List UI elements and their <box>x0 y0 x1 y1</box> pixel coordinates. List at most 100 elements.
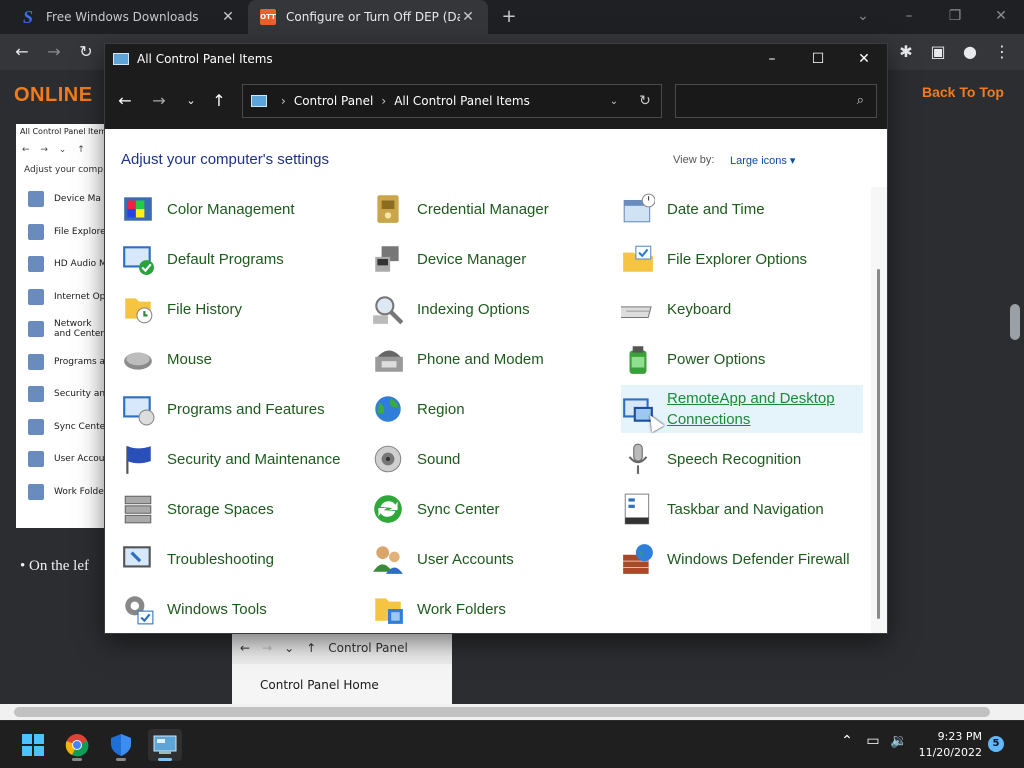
back-arrow-icon[interactable]: ← <box>113 89 137 113</box>
cp-item-speech-recognition[interactable]: Speech Recognition <box>621 435 863 483</box>
view-by-dropdown[interactable]: Large icons ▾ <box>730 154 795 167</box>
tab-free-windows-downloads[interactable]: S Free Windows Downloads ✕ <box>8 0 248 34</box>
refresh-icon[interactable]: ↻ <box>629 93 661 109</box>
tab-search-icon[interactable]: ⌄ <box>840 0 886 34</box>
forward-arrow-icon[interactable]: → <box>42 40 66 64</box>
address-bar[interactable]: › Control Panel › All Control Panel Item… <box>242 84 662 118</box>
view-by-label: View by: <box>673 154 715 166</box>
system-clock[interactable]: 9:23 PM 11/20/2022 <box>918 729 982 761</box>
keyboard-icon <box>615 292 655 326</box>
cp-item-phone-modem[interactable]: Phone and Modem <box>371 335 613 383</box>
page-heading: Adjust your computer's settings <box>121 151 329 168</box>
cp-item-date-time[interactable]: Date and Time <box>621 185 863 233</box>
cp-item-firewall[interactable]: Windows Defender Firewall <box>621 535 863 583</box>
window-title-bar[interactable]: All Control Panel Items – ☐ ✕ <box>105 44 887 73</box>
up-arrow-icon[interactable]: ↑ <box>207 89 231 113</box>
show-hidden-icons-icon[interactable]: ⌃ <box>836 733 858 749</box>
cp-item-security-maintenance[interactable]: Security and Maintenance <box>121 435 363 483</box>
cp-item-indexing-options[interactable]: Indexing Options <box>371 285 613 333</box>
cp-item-label: RemoteApp and Desktop Connections <box>667 390 835 428</box>
phone-modem-icon <box>371 342 405 376</box>
control-panel-icon <box>113 52 129 65</box>
tab-configure-dep[interactable]: OTT Configure or Turn Off DEP (Data ✕ <box>248 0 488 34</box>
content-scroll-thumb[interactable] <box>877 269 880 619</box>
address-dropdown-icon[interactable]: ⌄ <box>599 96 629 107</box>
screenshot-item: Internet Op <box>16 281 106 314</box>
volume-icon[interactable]: 🔉 <box>888 733 910 749</box>
forward-arrow-icon[interactable]: → <box>147 89 171 113</box>
new-tab-button[interactable]: + <box>498 6 520 28</box>
screenshot-2-path: Control Panel <box>328 641 408 655</box>
menu-kebab-icon[interactable]: ⋮ <box>990 40 1014 64</box>
date-time-icon <box>621 192 656 226</box>
page-hscroll-thumb[interactable] <box>14 707 990 717</box>
extensions-icon[interactable]: ✱ <box>894 40 918 64</box>
screenshot-item: Device Ma <box>16 183 106 216</box>
explorer-nav-bar: ← → ⌄ ↑ › Control Panel › All Control Pa… <box>105 73 887 129</box>
control-panel-icon <box>153 735 177 754</box>
cp-item-keyboard[interactable]: Keyboard <box>615 285 863 333</box>
cp-item-programs-features[interactable]: Programs and Features <box>121 385 363 433</box>
cp-item-label: Default Programs <box>167 250 284 268</box>
window-minimize-button[interactable]: – <box>749 51 795 67</box>
breadcrumb-separator-icon: › <box>381 94 387 108</box>
notification-badge[interactable]: 5 <box>988 736 1004 752</box>
cp-item-taskbar-navigation[interactable]: Taskbar and Navigation <box>621 485 863 533</box>
cp-item-device-manager[interactable]: Device Manager <box>371 235 613 283</box>
cp-item-power-options[interactable]: Power Options <box>621 335 863 383</box>
browser-tab-strip: S Free Windows Downloads ✕ OTT Configure… <box>0 0 1024 34</box>
minimize-button[interactable]: – <box>886 0 932 34</box>
cp-item-label: Speech Recognition <box>667 450 802 468</box>
breadcrumb-control-panel[interactable]: Control Panel <box>294 94 374 108</box>
cp-item-mouse[interactable]: Mouse <box>121 335 363 383</box>
cp-item-color-management[interactable]: Color Management <box>121 185 363 233</box>
start-button[interactable] <box>16 729 50 761</box>
recent-locations-icon[interactable]: ⌄ <box>179 89 203 113</box>
cp-item-work-folders[interactable]: Work Folders <box>371 585 613 633</box>
close-tab-icon[interactable]: ✕ <box>460 9 476 25</box>
screenshot-title: All Control Panel Items <box>20 127 106 136</box>
cp-item-file-explorer-options[interactable]: File Explorer Options <box>621 235 863 283</box>
chrome-taskbar-button[interactable] <box>60 729 94 761</box>
cp-item-label: Work Folders <box>417 600 506 618</box>
control-panel-taskbar-button[interactable] <box>148 729 182 761</box>
cp-item-file-history[interactable]: File History <box>121 285 363 333</box>
back-arrow-icon[interactable]: ← <box>10 40 34 64</box>
cp-item-windows-tools[interactable]: Windows Tools <box>121 585 363 633</box>
programs-features-icon <box>121 392 155 426</box>
page-vertical-scrollbar[interactable] <box>1008 70 1024 704</box>
reload-icon[interactable]: ↻ <box>74 40 98 64</box>
cp-item-sync-center[interactable]: Sync Center <box>371 485 613 533</box>
cp-item-storage-spaces[interactable]: Storage Spaces <box>121 485 363 533</box>
site-logo[interactable]: ONLINE <box>14 84 93 107</box>
profile-icon[interactable]: ● <box>958 40 982 64</box>
clock-time: 9:23 PM <box>937 730 982 743</box>
search-icon: ⌕ <box>856 93 864 108</box>
page-scroll-thumb[interactable] <box>1010 304 1020 340</box>
screenshot-item: Network and Center <box>16 313 106 346</box>
windows-tools-icon <box>121 592 155 626</box>
close-browser-button[interactable]: ✕ <box>978 0 1024 34</box>
article-bullet-text: • On the lef <box>20 558 89 574</box>
restore-button[interactable]: ❐ <box>932 0 978 34</box>
content-scrollbar[interactable] <box>871 187 887 633</box>
search-input[interactable]: ⌕ <box>675 84 877 118</box>
breadcrumb-all-items[interactable]: All Control Panel Items <box>394 94 530 108</box>
cp-item-user-accounts[interactable]: User Accounts <box>371 535 613 583</box>
cp-item-label: User Accounts <box>417 550 514 568</box>
cp-item-region[interactable]: Region <box>371 385 613 433</box>
side-panel-icon[interactable]: ▣ <box>926 40 950 64</box>
speech-recognition-icon <box>621 442 655 476</box>
close-tab-icon[interactable]: ✕ <box>220 9 236 25</box>
cp-item-sound[interactable]: Sound <box>371 435 613 483</box>
screenshot-item: File Explore <box>16 216 106 249</box>
screenshot-item: Sync Cente <box>16 411 106 444</box>
security-taskbar-button[interactable] <box>104 729 138 761</box>
window-close-button[interactable]: ✕ <box>841 51 887 67</box>
cp-item-credential-manager[interactable]: Credential Manager <box>371 185 613 233</box>
network-icon[interactable]: ▭ <box>862 733 884 749</box>
cp-item-troubleshooting[interactable]: Troubleshooting <box>121 535 363 583</box>
window-maximize-button[interactable]: ☐ <box>795 51 841 67</box>
cp-item-default-programs[interactable]: Default Programs <box>121 235 363 283</box>
back-to-top-link[interactable]: Back To Top <box>922 84 1004 100</box>
